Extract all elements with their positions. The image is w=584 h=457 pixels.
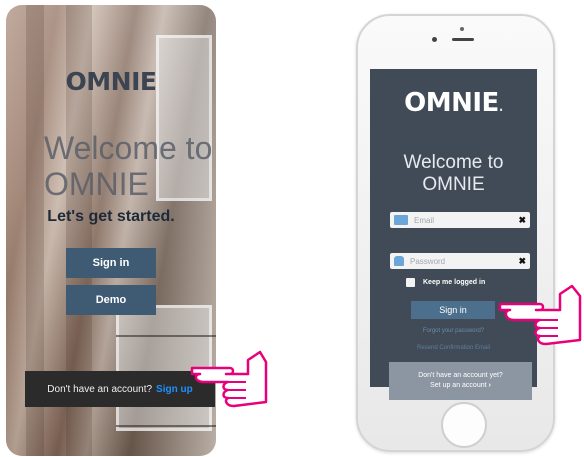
- email-field[interactable]: Email ✖: [390, 212, 530, 228]
- lock-icon: [394, 256, 404, 266]
- pointing-hand-icon: [498, 284, 582, 346]
- brand-logo: OMNIE: [65, 67, 157, 96]
- tagline: Let's get started.: [47, 208, 175, 225]
- balcony-rail: [116, 425, 216, 427]
- left-promo-panel: OMNIE Welcome to OMNIE Let's get started…: [6, 5, 216, 456]
- remember-me-label: Keep me logged in: [423, 279, 486, 286]
- envelope-icon: [394, 215, 408, 225]
- sign-up-link[interactable]: Sign up: [156, 384, 193, 395]
- welcome-heading: Welcome to OMNIE: [403, 152, 504, 195]
- sign-in-button[interactable]: Sign in: [411, 301, 495, 319]
- home-button[interactable]: [441, 402, 487, 448]
- email-placeholder: Email: [414, 215, 435, 225]
- balcony-rail: [116, 335, 216, 337]
- remember-me-checkbox[interactable]: [406, 278, 415, 287]
- brand-text: OMNIE: [404, 88, 499, 118]
- no-account-text: Don't have an account yet?: [418, 372, 503, 379]
- pointing-hand-icon: [190, 350, 268, 408]
- signup-bar: Don't have an account? Sign up: [25, 371, 215, 407]
- phone-speaker: [452, 38, 474, 41]
- password-placeholder: Password: [410, 256, 446, 266]
- signup-box[interactable]: Don't have an account yet? Set up an acc…: [389, 362, 532, 400]
- chevron-right-icon: ›: [488, 382, 491, 389]
- phone-sensor: [460, 27, 464, 31]
- sign-in-button[interactable]: Sign in: [66, 248, 156, 278]
- password-field[interactable]: Password ✖: [390, 253, 530, 269]
- no-account-text: Don't have an account?: [47, 383, 153, 395]
- phone-camera: [432, 37, 437, 42]
- clear-icon[interactable]: ✖: [518, 215, 526, 226]
- remember-me-row: Keep me logged in: [406, 278, 485, 287]
- brand-dot: .: [498, 100, 504, 114]
- brand-logo: OMNIE.: [370, 88, 537, 118]
- setup-account-label: Set up an account: [430, 382, 487, 389]
- setup-account-link[interactable]: Set up an account ›: [389, 381, 532, 391]
- welcome-heading: Welcome to OMNIE: [44, 130, 213, 202]
- clear-icon[interactable]: ✖: [518, 256, 526, 267]
- demo-button[interactable]: Demo: [66, 285, 156, 315]
